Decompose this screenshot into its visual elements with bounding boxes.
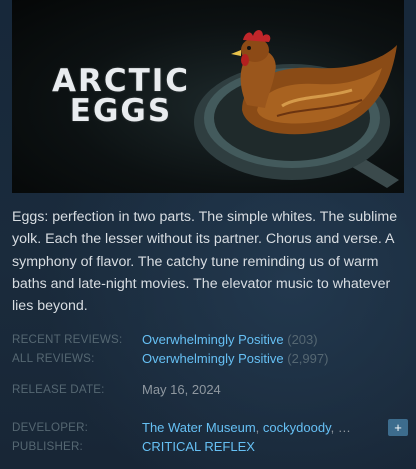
header-capsule-image[interactable]: ARCTIC EGGS [12,0,404,193]
publisher-row: PUBLISHER: CRITICAL REFLEX [12,439,408,456]
game-info-panel: ARCTIC EGGS Eggs: perfection in two part… [0,0,416,469]
capsule-title: ARCTIC EGGS [51,63,191,129]
developer-separator-2: , [330,420,335,435]
publisher-link[interactable]: CRITICAL REFLEX [142,439,255,454]
release-date-label: RELEASE DATE: [12,383,105,396]
all-reviews-value: Overwhelmingly Positive (2,997) [142,351,328,366]
release-date-value: May 16, 2024 [142,382,221,397]
all-reviews-summary-link[interactable]: Overwhelmingly Positive [142,351,284,366]
developer-separator: , [255,420,260,435]
developer-more-ellipsis: … [337,420,351,435]
developer-link-1[interactable]: cockydoody [263,420,331,435]
developer-link-0[interactable]: The Water Museum [142,420,256,435]
game-description: Eggs: perfection in two parts. The simpl… [12,209,398,315]
developer-row: DEVELOPER: The Water Museum, cockydoody,… [12,419,408,437]
recent-reviews-count: (203) [287,332,318,347]
recent-reviews-label: RECENT REVIEWS: [12,333,123,346]
release-date-row: RELEASE DATE: May 16, 2024 [12,382,408,399]
developer-label: DEVELOPER: [12,421,89,434]
expand-developers-button[interactable]: + [388,419,408,436]
publisher-label: PUBLISHER: [12,440,83,453]
publisher-value: CRITICAL REFLEX [142,439,255,454]
all-reviews-count: (2,997) [287,351,329,366]
recent-reviews-summary-link[interactable]: Overwhelmingly Positive [142,332,284,347]
all-reviews-row: ALL REVIEWS: Overwhelmingly Positive (2,… [12,351,408,368]
chicken-in-pan-illustration [194,30,399,188]
recent-reviews-value: Overwhelmingly Positive (203) [142,332,318,347]
recent-reviews-row: RECENT REVIEWS: Overwhelmingly Positive … [12,332,408,349]
developer-list: The Water Museum, cockydoody, … [142,420,351,435]
all-reviews-label: ALL REVIEWS: [12,352,95,365]
